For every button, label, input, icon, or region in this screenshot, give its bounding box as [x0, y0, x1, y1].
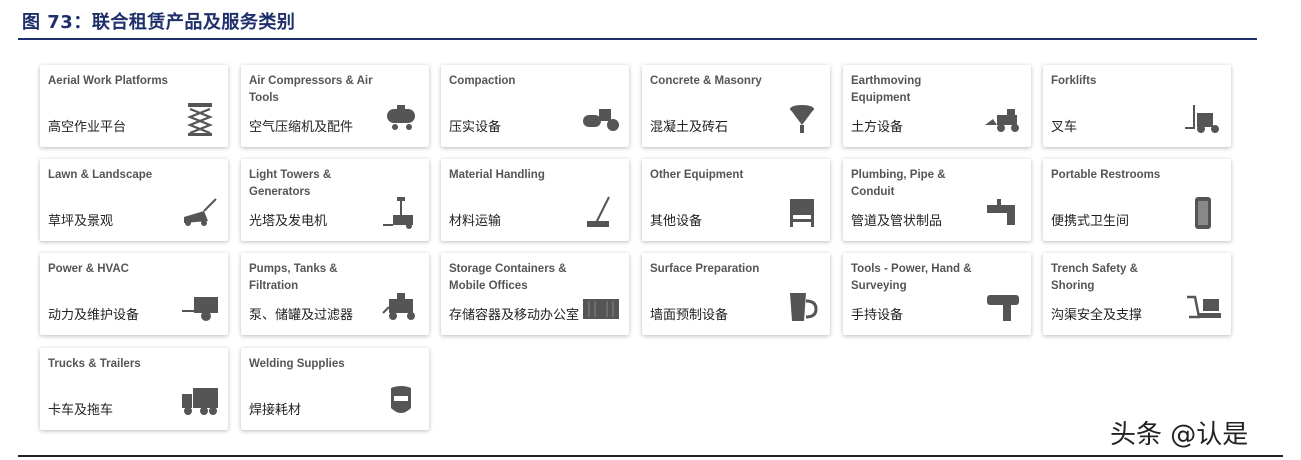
pump-icon	[381, 289, 421, 325]
air-compressor-icon	[381, 101, 421, 137]
card-cn-label: 其他设备	[650, 214, 703, 229]
card-en-label: Lawn & Landscape	[48, 169, 153, 181]
card-cn-label: 便携式卫生间	[1051, 214, 1130, 229]
drill-icon	[983, 289, 1023, 325]
card-en-label: Trench Safety & Shoring	[1051, 263, 1138, 292]
card-en-label: Light Towers & Generators	[249, 169, 332, 198]
top-rule	[18, 38, 1257, 40]
card-en-label: Plumbing, Pipe & Conduit	[851, 169, 946, 198]
figure-title: 图 73：联合租赁产品及服务类别	[22, 12, 296, 33]
card-cn-label: 光塔及发电机	[249, 214, 328, 229]
category-card-pumps[interactable]: Pumps, Tanks & Filtration 泵、储罐及过滤器	[241, 253, 429, 335]
category-card-trucks[interactable]: Trucks & Trailers 卡车及拖车	[40, 348, 228, 430]
card-cn-label: 动力及维护设备	[48, 308, 140, 323]
bottom-rule	[18, 455, 1283, 457]
category-card-storage[interactable]: Storage Containers & Mobile Offices 存储容器…	[441, 253, 629, 335]
card-en-label: Compaction	[449, 75, 516, 87]
welding-mask-icon	[381, 384, 421, 420]
concrete-hopper-icon	[782, 101, 822, 137]
category-card-tools[interactable]: Tools - Power, Hand & Surveying 手持设备	[843, 253, 1031, 335]
card-cn-label: 管道及管状制品	[851, 214, 943, 229]
card-en-label: Portable Restrooms	[1051, 169, 1161, 181]
card-cn-label: 材料运输	[449, 214, 502, 229]
card-cn-label: 高空作业平台	[48, 120, 127, 135]
category-card-trench[interactable]: Trench Safety & Shoring 沟渠安全及支撑	[1043, 253, 1231, 335]
card-cn-label: 草坪及景观	[48, 214, 114, 229]
category-card-earthmoving[interactable]: Earthmoving Equipment 土方设备	[843, 65, 1031, 147]
card-cn-label: 土方设备	[851, 120, 904, 135]
category-card-surface-prep[interactable]: Surface Preparation 墙面预制设备	[642, 253, 830, 335]
faucet-icon	[983, 195, 1023, 231]
card-en-label: Power & HVAC	[48, 263, 129, 275]
category-card-air-compressors[interactable]: Air Compressors & Air Tools 空气压缩机及配件	[241, 65, 429, 147]
crane-icon	[581, 195, 621, 231]
card-en-label: Tools - Power, Hand & Surveying	[851, 263, 972, 292]
card-cn-label: 手持设备	[851, 308, 904, 323]
category-card-concrete[interactable]: Concrete & Masonry 混凝土及砖石	[642, 65, 830, 147]
card-cn-label: 压实设备	[449, 120, 502, 135]
card-en-label: Material Handling	[449, 169, 545, 181]
card-cn-label: 焊接耗材	[249, 403, 302, 418]
equipment-cart-icon	[782, 195, 822, 231]
card-en-label: Aerial Work Platforms	[48, 75, 168, 87]
container-icon	[581, 289, 621, 325]
light-tower-icon	[381, 195, 421, 231]
bucket-icon	[782, 289, 822, 325]
card-cn-label: 泵、储罐及过滤器	[249, 308, 354, 323]
category-card-restrooms[interactable]: Portable Restrooms 便携式卫生间	[1043, 159, 1231, 241]
category-card-welding[interactable]: Welding Supplies 焊接耗材	[241, 348, 429, 430]
truck-icon	[180, 384, 220, 420]
card-en-label: Forklifts	[1051, 75, 1097, 87]
card-cn-label: 混凝土及砖石	[650, 120, 729, 135]
lawn-mower-icon	[180, 195, 220, 231]
roller-compactor-icon	[581, 101, 621, 137]
forklift-icon	[1183, 101, 1223, 137]
card-en-label: Air Compressors & Air Tools	[249, 75, 373, 104]
category-card-other-equipment[interactable]: Other Equipment 其他设备	[642, 159, 830, 241]
card-en-label: Surface Preparation	[650, 263, 760, 275]
card-en-label: Trucks & Trailers	[48, 358, 141, 370]
card-en-label: Storage Containers & Mobile Offices	[449, 263, 567, 292]
generator-trailer-icon	[180, 289, 220, 325]
card-en-label: Earthmoving Equipment	[851, 75, 922, 104]
trench-box-icon	[1183, 289, 1223, 325]
category-card-plumbing[interactable]: Plumbing, Pipe & Conduit 管道及管状制品	[843, 159, 1031, 241]
watermark: 头条 @认是	[1110, 420, 1249, 450]
category-card-light-towers[interactable]: Light Towers & Generators 光塔及发电机	[241, 159, 429, 241]
card-en-label: Other Equipment	[650, 169, 744, 181]
card-cn-label: 存储容器及移动办公室	[449, 308, 580, 323]
card-cn-label: 叉车	[1051, 120, 1078, 135]
card-en-label: Welding Supplies	[249, 358, 345, 370]
card-cn-label: 空气压缩机及配件	[249, 120, 354, 135]
scissor-lift-icon	[180, 101, 220, 137]
portable-toilet-icon	[1183, 195, 1223, 231]
card-en-label: Concrete & Masonry	[650, 75, 762, 87]
category-card-material-handling[interactable]: Material Handling 材料运输	[441, 159, 629, 241]
category-card-lawn[interactable]: Lawn & Landscape 草坪及景观	[40, 159, 228, 241]
card-cn-label: 卡车及拖车	[48, 403, 114, 418]
card-cn-label: 沟渠安全及支撑	[1051, 308, 1143, 323]
category-card-compaction[interactable]: Compaction 压实设备	[441, 65, 629, 147]
category-card-aerial-work[interactable]: Aerial Work Platforms 高空作业平台	[40, 65, 228, 147]
card-cn-label: 墙面预制设备	[650, 308, 729, 323]
loader-icon	[983, 101, 1023, 137]
category-card-power-hvac[interactable]: Power & HVAC 动力及维护设备	[40, 253, 228, 335]
category-card-forklifts[interactable]: Forklifts 叉车	[1043, 65, 1231, 147]
card-en-label: Pumps, Tanks & Filtration	[249, 263, 338, 292]
